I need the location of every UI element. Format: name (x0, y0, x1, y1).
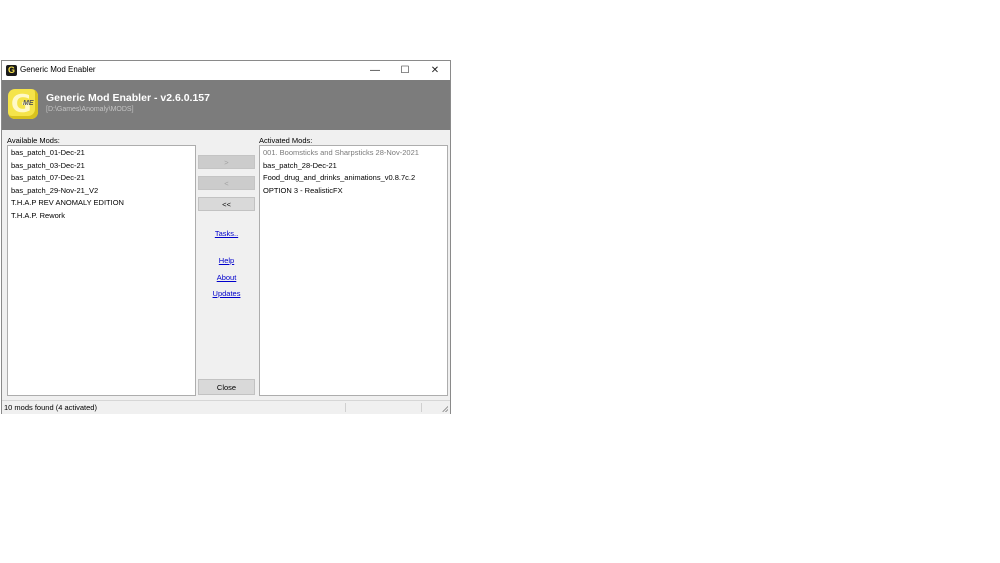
minimize-button[interactable]: — (360, 61, 390, 80)
available-mod-item[interactable]: bas_patch_03-Dec-21 (11, 160, 192, 173)
close-window-button[interactable]: ✕ (420, 61, 450, 80)
status-bar: 10 mods found (4 activated) (2, 400, 450, 414)
about-link[interactable]: About (198, 273, 255, 282)
activated-mod-item[interactable]: Food_drug_and_drinks_animations_v0.8.7c.… (263, 172, 444, 185)
app-icon: G (6, 65, 17, 76)
activated-mod-item[interactable]: 001. Boomsticks and Sharpsticks 28-Nov-2… (263, 147, 444, 160)
tasks-link[interactable]: Tasks.. (198, 229, 255, 238)
resize-grip-icon[interactable] (442, 406, 448, 412)
updates-link[interactable]: Updates (198, 289, 255, 298)
status-text: 10 mods found (4 activated) (4, 403, 97, 412)
activated-mods-label: Activated Mods: (259, 136, 313, 145)
deactivate-button[interactable]: < (198, 176, 255, 190)
deactivate-all-button[interactable]: << (198, 197, 255, 211)
app-window: G Generic Mod Enabler — ☐ ✕ G ME Generic… (1, 60, 451, 414)
available-mod-item[interactable]: bas_patch_01-Dec-21 (11, 147, 192, 160)
available-mod-item[interactable]: T.H.A.P. Rework (11, 210, 192, 223)
available-mods-label: Available Mods: (7, 136, 60, 145)
activate-button[interactable]: > (198, 155, 255, 169)
activated-mod-item[interactable]: bas_patch_28-Dec-21 (263, 160, 444, 173)
activated-mods-list[interactable]: 001. Boomsticks and Sharpsticks 28-Nov-2… (259, 145, 448, 396)
status-separator (345, 403, 346, 412)
close-button[interactable]: Close (198, 379, 255, 395)
maximize-button[interactable]: ☐ (390, 61, 420, 80)
mods-path: [D:\Games\Anomaly\MODS] (46, 106, 134, 113)
available-mods-list[interactable]: bas_patch_01-Dec-21 bas_patch_03-Dec-21 ba… (7, 145, 196, 396)
available-mod-item[interactable]: bas_patch_07-Dec-21 (11, 172, 192, 185)
gme-logo: G ME (8, 89, 38, 119)
banner-title: Generic Mod Enabler - v2.6.0.157 (46, 92, 210, 104)
available-mod-item[interactable]: T.H.A.P REV ANOMALY EDITION (11, 197, 192, 210)
help-link[interactable]: Help (198, 256, 255, 265)
available-mod-item[interactable]: bas_patch_29-Nov-21_V2 (11, 185, 192, 198)
title-bar[interactable]: G Generic Mod Enabler — ☐ ✕ (2, 61, 450, 80)
window-title: Generic Mod Enabler (20, 65, 96, 74)
logo-badge: ME (23, 100, 34, 107)
activated-mod-item[interactable]: OPTION 3 - RealisticFX (263, 185, 444, 198)
status-separator (421, 403, 422, 412)
header-banner: G ME Generic Mod Enabler - v2.6.0.157 [D… (2, 80, 450, 130)
